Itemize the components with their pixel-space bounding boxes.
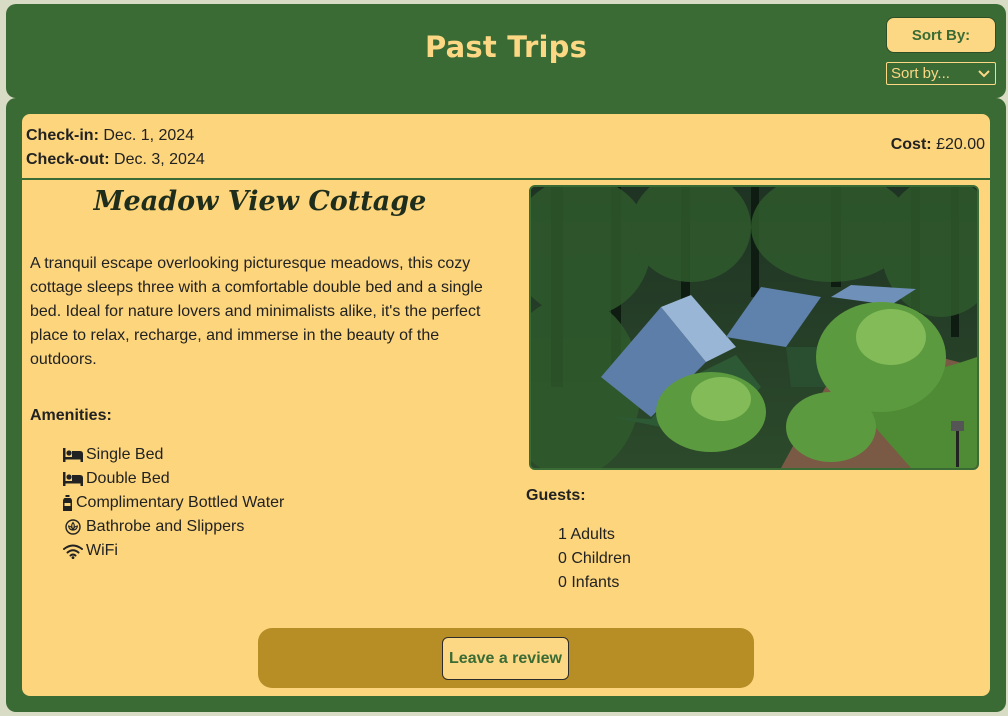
cost-value: £20.00 [936,136,985,153]
bottle-icon [62,495,73,511]
guest-adults: 1 Adults [558,526,615,543]
checkin-value: Dec. 1, 2024 [103,127,195,144]
trip-card: Check-in: Dec. 1, 2024 Check-out: Dec. 3… [22,114,990,696]
checkout-value: Dec. 3, 2024 [114,151,205,168]
guest-infants: 0 Infants [558,574,620,591]
property-photo [529,185,979,470]
checkin-row: Check-in: Dec. 1, 2024 [26,124,205,148]
list-item: Double Bed [62,467,284,491]
cost-label: Cost: [890,136,932,153]
guest-list: 1 Adults 0 Children 0 Infants [558,523,631,595]
page-header: Past Trips Sort By: Sort by... [6,4,1006,98]
page-title: Past Trips [424,30,588,64]
guests-heading: Guests: [526,487,586,504]
review-bar: Leave a review [258,628,754,688]
checkout-row: Check-out: Dec. 3, 2024 [26,148,205,172]
amenity-label: Double Bed [86,470,170,487]
booking-summary: Check-in: Dec. 1, 2024 Check-out: Dec. 3… [22,114,990,180]
booking-dates: Check-in: Dec. 1, 2024 Check-out: Dec. 3… [26,124,205,172]
sort-by-button[interactable]: Sort By: [886,17,996,53]
amenities-heading: Amenities: [30,407,112,424]
amenity-label: Single Bed [86,446,164,463]
property-name: Meadow View Cottage [93,186,427,217]
wifi-icon [62,543,83,559]
booking-cost: Cost: £20.00 [891,136,985,154]
chevron-down-icon [978,65,990,82]
sort-select[interactable]: Sort by... [886,62,996,85]
property-description: A tranquil escape overlooking picturesqu… [30,255,483,368]
list-item: Bathrobe and Slippers [62,515,284,539]
amenity-label: Complimentary Bottled Water [76,494,285,511]
checkin-label: Check-in: [26,127,99,144]
amenity-label: WiFi [86,542,118,559]
guest-children: 0 Children [558,550,631,567]
bed-icon [62,471,83,487]
amenity-label: Bathrobe and Slippers [86,518,245,535]
checkout-label: Check-out: [26,151,110,168]
bed-icon [62,447,83,463]
list-item: WiFi [62,539,284,563]
spa-icon [62,519,83,535]
trips-container: Check-in: Dec. 1, 2024 Check-out: Dec. 3… [6,98,1006,712]
list-item: Single Bed [62,443,284,467]
amenity-list: Single Bed Double Bed Complimentary Bott… [62,443,284,563]
sort-select-value: Sort by... [891,65,950,82]
leave-review-button[interactable]: Leave a review [442,637,569,680]
list-item: Complimentary Bottled Water [62,491,284,515]
